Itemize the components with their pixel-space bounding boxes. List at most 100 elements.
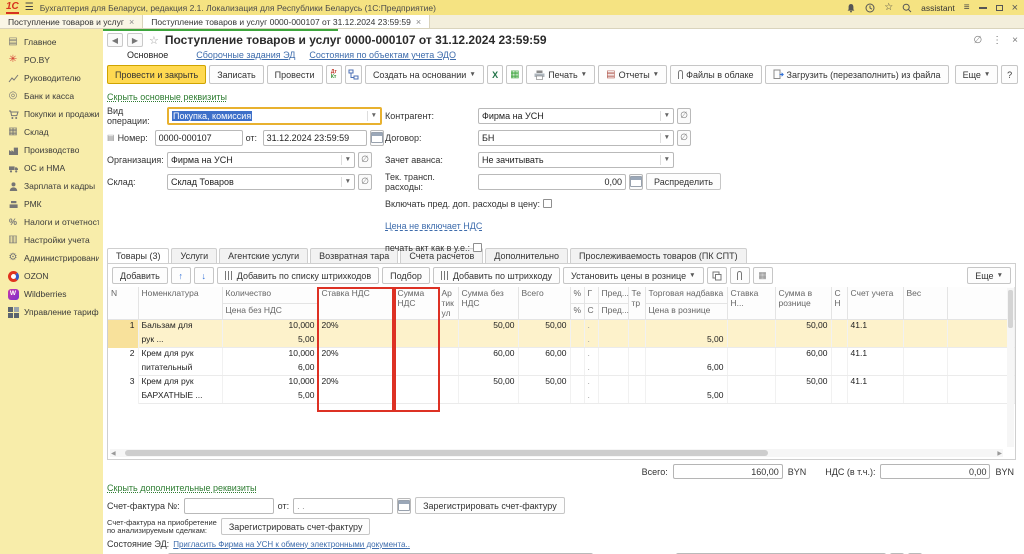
table-row-line2[interactable]: питательный 6,00 . 6,00 (108, 361, 1015, 376)
main-menu-icon[interactable]: ☰ (25, 2, 34, 13)
col-s[interactable]: С Н (831, 287, 848, 320)
invoice-date-calendar-button[interactable] (397, 497, 412, 514)
horizontal-scrollbar[interactable]: ◀ ▶ (110, 449, 1003, 457)
col-price-no-vat[interactable]: Цена без НДС (222, 303, 319, 321)
sidebar-item-sklad[interactable]: ▦ Склад (0, 123, 103, 141)
minimize-button[interactable] (978, 6, 987, 9)
tools-menu-icon[interactable]: ≡ (964, 2, 970, 13)
history-clock-icon[interactable] (865, 3, 875, 13)
save-button[interactable]: Записать (209, 65, 264, 84)
col-retail-sum[interactable]: Сумма в рознице (775, 287, 832, 320)
maximize-button[interactable] (995, 4, 1003, 11)
table-row-line2[interactable]: БАРХАТНЫЕ ... 5,00 . 5,00 (108, 389, 1015, 404)
col-total[interactable]: Всего (518, 287, 571, 320)
hide-main-requisites-link[interactable]: Скрыть основные реквизиты (107, 92, 227, 102)
dt-kt-postings-button[interactable]: Дт Кт (325, 65, 343, 84)
more-button[interactable]: Еще ▼ (954, 65, 999, 84)
register-invoice-button[interactable]: Зарегистрировать счет-фактуру (415, 497, 565, 514)
col-markup[interactable]: Торговая надбавка (645, 287, 728, 304)
close-window-button[interactable]: × (1012, 2, 1018, 13)
post-and-close-button[interactable]: Провести и закрыть (107, 65, 207, 84)
grid-settings-button[interactable]: ▦ (752, 267, 773, 284)
col-pred[interactable]: Пред... (598, 287, 629, 304)
ed-invite-link[interactable]: Пригласить Фирма на УСН к обмену электро… (173, 540, 410, 549)
sidebar-item-bank-i-kassa[interactable]: ◎ Банк и касса (0, 87, 103, 105)
hide-extra-requisites-link[interactable]: Скрыть дополнительные реквизиты (107, 483, 257, 493)
dropdown-arrow-icon[interactable]: ▼ (659, 110, 670, 121)
set-retail-prices-button[interactable]: Установить цены в рознице ▼ (562, 267, 704, 284)
add-by-barcode-list-button[interactable]: Добавить по списку штрихкодов (216, 267, 380, 284)
pick-items-button[interactable]: Подбор (382, 267, 430, 284)
sidebar-item-rmk[interactable]: РМК (0, 195, 103, 213)
number-field[interactable]: 0000-000107 (154, 129, 243, 146)
favorites-star-icon[interactable]: ☆ (884, 2, 893, 13)
col-article[interactable]: Ар тик ул (438, 287, 459, 320)
open-contragent-button[interactable]: ∅ (677, 107, 691, 124)
invoice-date-field[interactable]: . . (293, 497, 394, 514)
sidebar-item-rukovoditelyu[interactable]: Руководителю (0, 69, 103, 87)
col-weight[interactable]: Вес (903, 287, 948, 320)
organization-field[interactable]: Фирма на УСН ▼ (167, 151, 355, 168)
sidebar-item-glavnoe[interactable]: ▤ Главное (0, 33, 103, 51)
sidebar-item-upravlenie-tarifom[interactable]: Управление тарифом (0, 303, 103, 321)
transport-costs-field[interactable]: 0,00 (478, 173, 626, 190)
search-icon[interactable] (902, 3, 912, 13)
vertical-scrollbar[interactable] (1007, 288, 1014, 447)
open-organization-button[interactable]: ∅ (358, 151, 372, 168)
favorite-star-icon[interactable]: ☆ (149, 34, 159, 47)
close-tab-icon[interactable]: × (129, 17, 134, 27)
include-expenses-checkbox[interactable] (542, 199, 552, 208)
sidebar-item-administrirovanie[interactable]: ⚙ Администрирование (0, 249, 103, 267)
forward-button[interactable]: ▶ (127, 33, 143, 47)
subnav-edo-states[interactable]: Состояния по объектам учета ЭДО (309, 50, 456, 60)
dropdown-arrow-icon[interactable]: ▼ (366, 110, 377, 121)
sidebar-item-ozon[interactable]: OZON (0, 267, 103, 285)
print-act-checkbox[interactable] (473, 243, 483, 252)
open-contract-button[interactable]: ∅ (677, 129, 691, 146)
col-g2[interactable]: С (584, 303, 599, 321)
move-row-down-button[interactable]: ↓ (193, 267, 214, 284)
window-tab-document[interactable]: Поступление товаров и услуг 0000-000107 … (143, 15, 431, 28)
move-row-up-button[interactable]: ↑ (170, 267, 191, 284)
close-tab-icon[interactable]: × (416, 17, 421, 27)
attach-file-button[interactable] (729, 267, 750, 284)
items-more-button[interactable]: Еще ▼ (967, 267, 1011, 284)
col-g[interactable]: Г (584, 287, 599, 304)
col-nomenclature[interactable]: Номенклатура (138, 287, 223, 320)
col-vat-rate[interactable]: Ставка НДС (318, 287, 395, 320)
dropdown-arrow-icon[interactable]: ▼ (340, 154, 351, 165)
col-account[interactable]: Счет учета (847, 287, 904, 320)
more-dots-icon[interactable]: ⋮ (992, 35, 1002, 46)
col-retail-price[interactable]: Цена в рознице (645, 303, 728, 321)
col-vat-rate2[interactable]: Ставка Н... (727, 287, 776, 320)
help-button[interactable]: ? (1001, 65, 1019, 84)
reports-button[interactable]: ▤ Отчеты ▼ (598, 65, 668, 84)
sidebar-item-zarplata-i-kadry[interactable]: Зарплата и кадры (0, 177, 103, 195)
dropdown-arrow-icon[interactable]: ▼ (340, 176, 351, 187)
table-row[interactable]: 3 Крем для рук 10,000 20% 50,00 50,00 . … (108, 375, 1015, 404)
table-row[interactable]: 1 Бальзам для 10,000 20% 50,00 50,00 . 5… (108, 319, 1015, 348)
sidebar-item-proizvodstvo[interactable]: Производство (0, 141, 103, 159)
post-button[interactable]: Провести (266, 65, 323, 84)
advance-offset-field[interactable]: Не зачитывать ▼ (478, 151, 674, 168)
open-warehouse-button[interactable]: ∅ (358, 173, 372, 190)
close-form-icon[interactable]: × (1012, 35, 1018, 46)
scrollbar-thumb[interactable] (1008, 290, 1013, 328)
col-sum-no-vat[interactable]: Сумма без НДС (458, 287, 519, 320)
dropdown-arrow-icon[interactable]: ▼ (659, 154, 670, 165)
contragent-field[interactable]: Фирма на УСН ▼ (478, 107, 674, 124)
copy-rows-button[interactable] (706, 267, 727, 284)
sidebar-item-nalogi-i-otchetnost[interactable]: % Налоги и отчетность (0, 213, 103, 231)
warehouse-field[interactable]: Склад Товаров ▼ (167, 173, 355, 190)
table-row[interactable]: 2 Крем для рук 10,000 20% 60,00 60,00 . … (108, 347, 1015, 376)
distribute-button[interactable]: Распределить (646, 173, 721, 190)
tab-agentskie-uslugi[interactable]: Агентские услуги (219, 248, 309, 263)
sidebar-item-nastroyki-ucheta[interactable]: ▥ Настройки учета (0, 231, 103, 249)
create-based-on-button[interactable]: Создать на основании ▼ (364, 65, 484, 84)
sidebar-item-wildberries[interactable]: W Wildberries (0, 285, 103, 303)
price-no-vat-link[interactable]: Цена не включает НДС (385, 221, 482, 231)
edit-number-icon[interactable]: ▤ (107, 133, 115, 142)
sidebar-item-poby[interactable]: ✳ PO.BY (0, 51, 103, 69)
subnav-main[interactable]: Основное (127, 50, 168, 60)
contract-field[interactable]: БН ▼ (478, 129, 674, 146)
